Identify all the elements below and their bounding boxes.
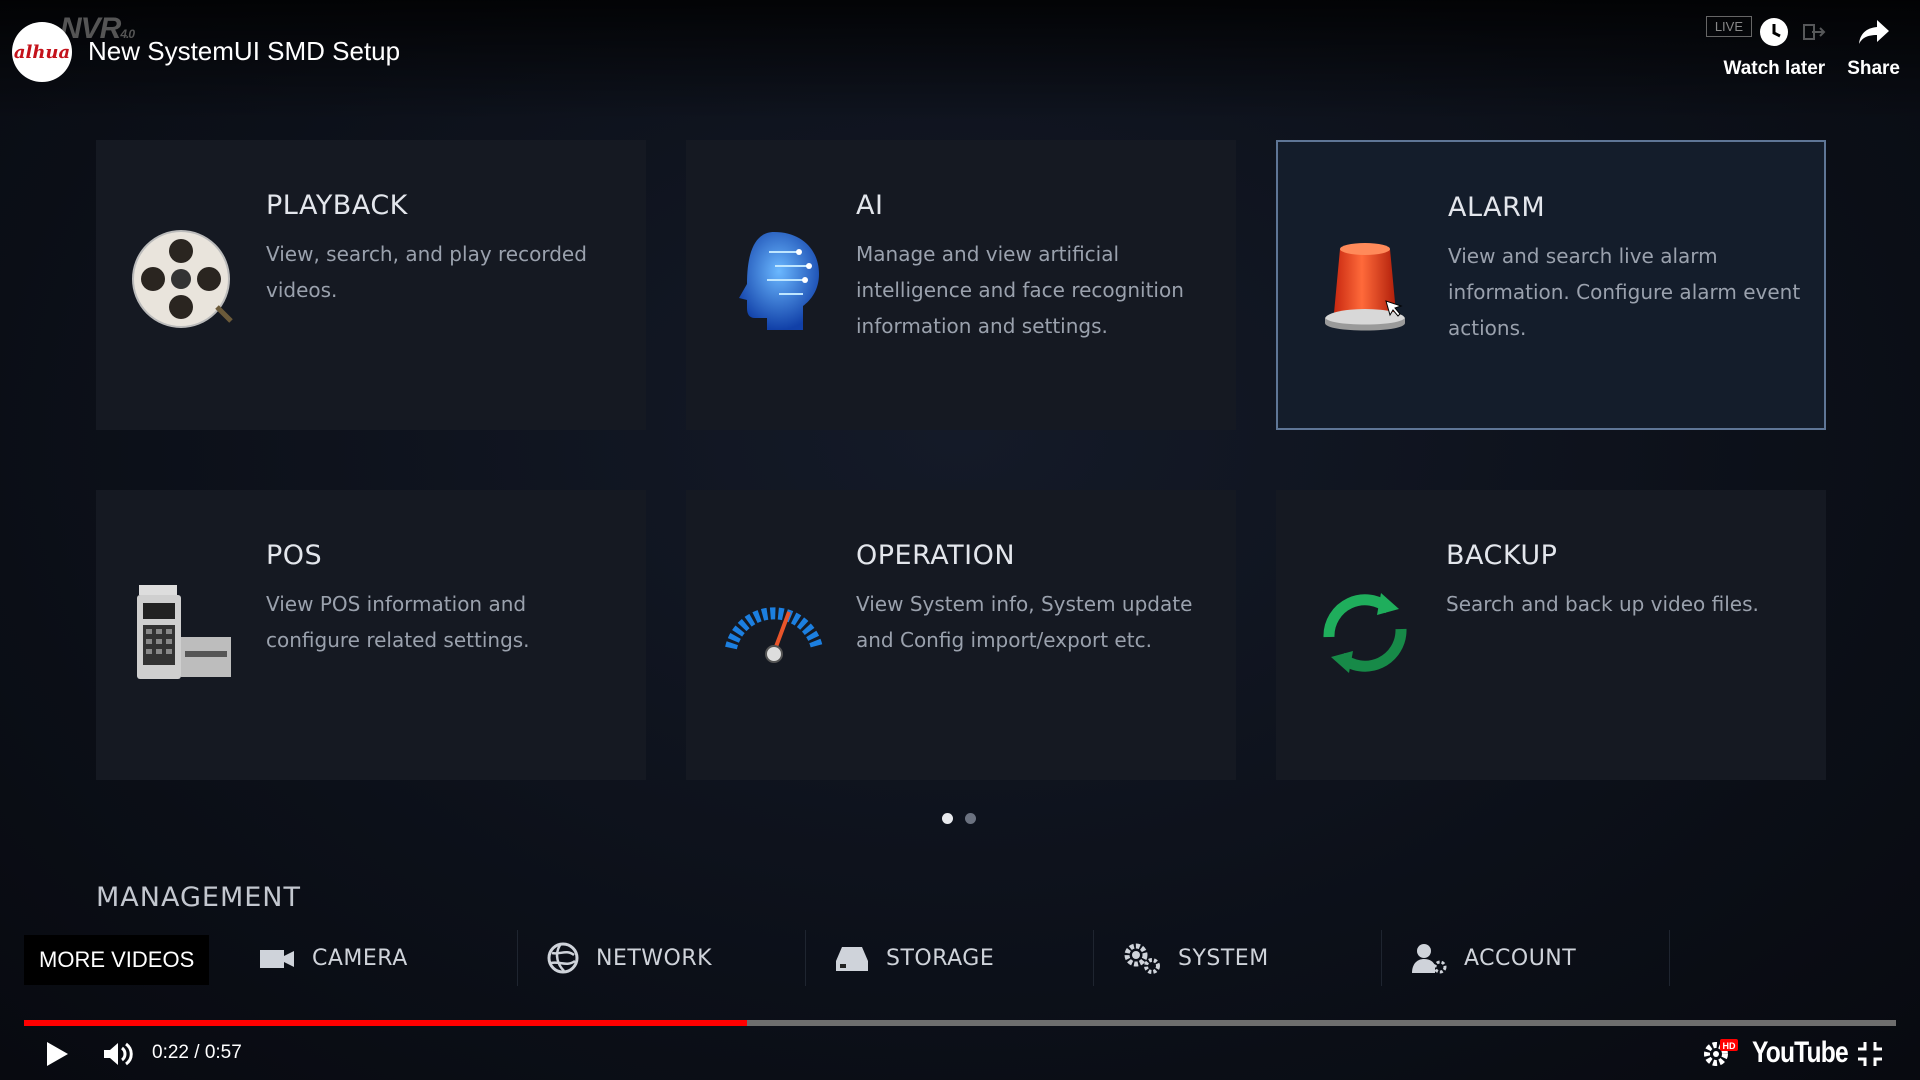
tile-title: PLAYBACK [266,190,408,221]
tile-description: Search and back up video files. [1446,592,1759,616]
tile-title: POS [266,540,323,571]
tile-description: Manage and view artificial intelligence … [856,242,1184,338]
pos-terminal-icon [124,572,244,692]
tile-operation[interactable]: OPERATION View System info, System updat… [686,490,1236,780]
tile-title: AI [856,190,884,221]
storage-drive-icon [836,947,868,971]
volume-icon [104,1042,133,1066]
share-arrow-icon [1858,20,1889,44]
settings-button[interactable]: HD [1700,1038,1740,1072]
alarm-siren-icon [1306,224,1426,344]
play-icon [47,1042,68,1066]
clock-icon [1760,18,1789,46]
management-network[interactable]: NETWORK [518,930,806,986]
film-reel-icon [124,222,244,342]
share-label: Share [1847,58,1900,79]
tile-title: BACKUP [1446,540,1558,571]
channel-logo-text: alhua [13,41,71,63]
management-label: STORAGE [886,945,995,971]
gears-icon [1124,943,1160,974]
management-label: NETWORK [596,945,713,971]
tile-ai[interactable]: AI Manage and view artificial intelligen… [686,140,1236,430]
backup-sync-icon [1304,572,1424,692]
tile-title: ALARM [1448,192,1546,223]
watch-later-label: Watch later [1723,58,1826,79]
progress-bar[interactable] [24,1020,1896,1026]
progress-played [24,1020,747,1026]
hd-badge: HD [1723,1041,1736,1051]
player-controls: 0:22 / 0:57 HD YouTube [0,1028,1920,1080]
page-indicator [942,813,976,824]
page-dot-1[interactable] [942,813,953,824]
channel-avatar[interactable]: alhua [12,22,72,82]
account-user-icon [1412,944,1447,974]
management-camera[interactable]: CAMERA [230,930,518,986]
management-storage[interactable]: STORAGE [806,930,1094,986]
video-title[interactable]: New SystemUI SMD Setup [88,36,400,67]
tile-alarm[interactable]: ALARM View and search live alarm informa… [1276,140,1826,430]
management-label: SYSTEM [1178,945,1269,971]
management-heading: MANAGEMENT [96,882,301,913]
gear-icon: HD [1704,1039,1738,1066]
network-globe-icon [547,942,579,974]
camera-icon [260,950,294,968]
more-videos-button[interactable]: MORE VIDEOS [24,935,210,985]
tile-description: View POS information and configure relat… [266,592,530,652]
management-system[interactable]: SYSTEM [1094,930,1382,986]
page-dot-2[interactable] [965,813,976,824]
gauge-icon [714,572,834,692]
time-display: 0:22 / 0:57 [152,1042,242,1063]
management-label: ACCOUNT [1464,945,1577,971]
tile-description: View and search live alarm information. … [1448,244,1801,340]
tile-playback[interactable]: PLAYBACK View, search, and play recorded… [96,140,646,430]
tile-description: View, search, and play recorded videos. [266,242,587,302]
volume-button[interactable] [102,1040,134,1072]
tile-backup[interactable]: BACKUP Search and back up video files. [1276,490,1826,780]
share-button[interactable]: Share [1847,16,1900,80]
tile-title: OPERATION [856,540,1016,571]
watch-later-button[interactable]: Watch later [1723,16,1825,80]
management-bar: CAMERA NETWORK STORAGE SYSTEM ACCOUNT [230,930,1680,986]
tile-pos[interactable]: POS View POS information and configure r… [96,490,646,780]
tile-description: View System info, System update and Conf… [856,592,1193,652]
management-account[interactable]: ACCOUNT [1382,930,1670,986]
top-actions: Watch later Share [1723,16,1900,80]
dvr-screen: NVR4.0 alhua New SystemUI SMD Setup LIVE… [0,0,1920,1080]
exit-fullscreen-icon [1858,1042,1882,1066]
management-label: CAMERA [312,945,408,971]
ai-head-icon [714,222,834,342]
youtube-logo[interactable]: YouTube [1752,1036,1849,1070]
play-button[interactable] [44,1040,70,1072]
exit-fullscreen-button[interactable] [1856,1040,1884,1072]
